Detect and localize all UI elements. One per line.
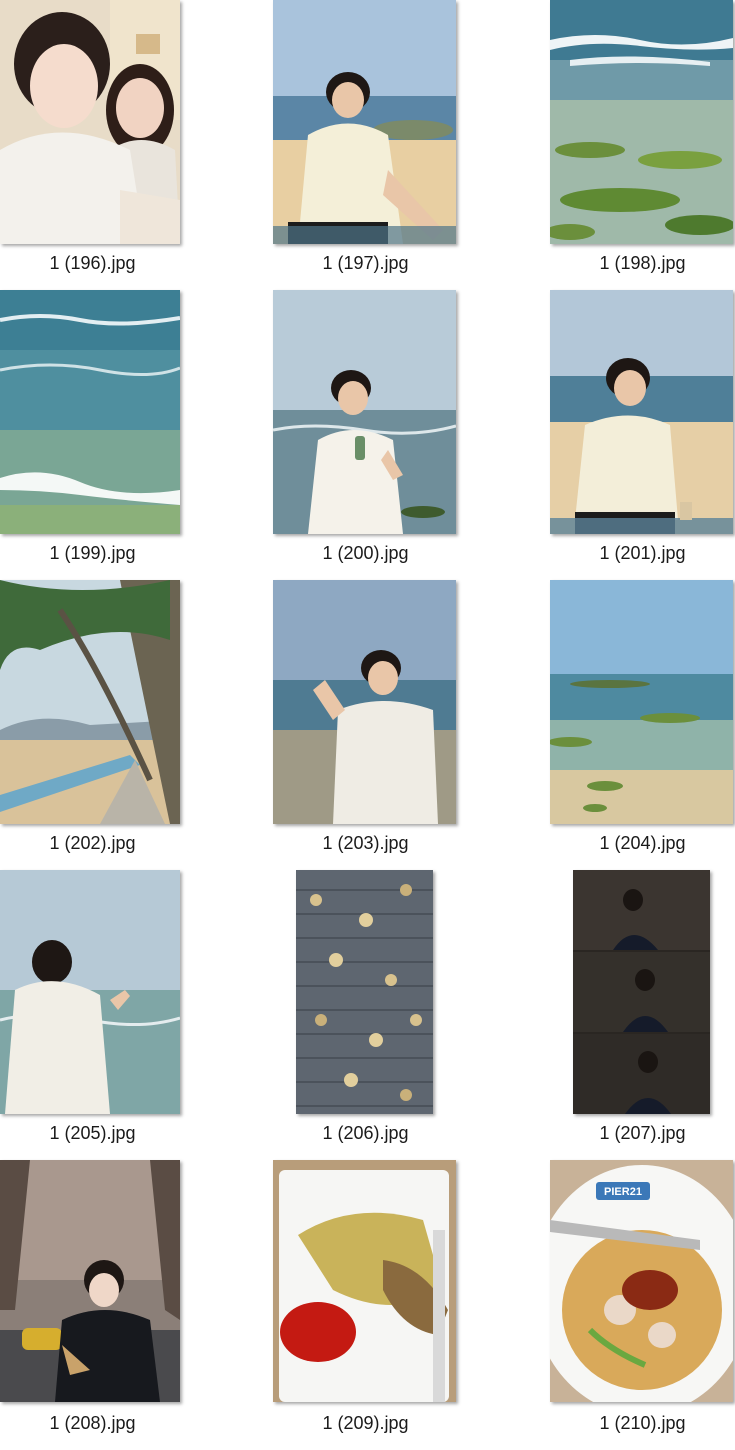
photo-sea-portrait-icon xyxy=(273,290,456,534)
photo-collage-portrait-icon xyxy=(573,870,710,1114)
file-item[interactable]: PIER21 1 (210).jpg xyxy=(550,1160,735,1450)
photo-sea-portrait-icon xyxy=(273,580,456,824)
file-name: 1 (198).jpg xyxy=(599,253,686,273)
file-item[interactable]: 1 (205).jpg xyxy=(0,870,185,1160)
photo-sea-rocks-icon xyxy=(550,580,733,824)
file-name: 1 (207).jpg xyxy=(599,1123,686,1143)
photo-selfie-couple-icon xyxy=(0,0,180,244)
file-item[interactable]: 1 (200).jpg xyxy=(273,290,458,580)
file-name: 1 (206).jpg xyxy=(322,1123,409,1143)
file-item[interactable]: 1 (208).jpg xyxy=(0,1160,185,1450)
file-item[interactable]: 1 (201).jpg xyxy=(550,290,735,580)
photo-palm-trees-icon xyxy=(0,580,180,824)
file-name: 1 (209).jpg xyxy=(322,1413,409,1433)
photo-beach-portrait-icon xyxy=(550,290,733,534)
file-item[interactable]: 1 (197).jpg xyxy=(273,0,458,290)
file-name: 1 (200).jpg xyxy=(322,543,409,563)
file-item[interactable]: 1 (207).jpg xyxy=(550,870,735,1160)
photo-beach-portrait-icon xyxy=(273,0,456,244)
file-name: 1 (203).jpg xyxy=(322,833,409,853)
file-item[interactable]: 1 (202).jpg xyxy=(0,580,185,870)
file-grid: 1 (196).jpg 1 (197).jpg 1 (198).jpg 1 (1… xyxy=(0,0,735,1433)
file-item[interactable]: 1 (203).jpg xyxy=(273,580,458,870)
file-name: 1 (210).jpg xyxy=(599,1413,686,1433)
file-item[interactable]: 1 (196).jpg xyxy=(0,0,185,290)
photo-sea-rocks-icon xyxy=(550,0,733,244)
file-name: 1 (208).jpg xyxy=(49,1413,136,1433)
photo-food-plate-icon xyxy=(273,1160,456,1402)
file-item[interactable]: 1 (199).jpg xyxy=(0,290,185,580)
file-item[interactable]: 1 (198).jpg xyxy=(550,0,735,290)
file-name: 1 (199).jpg xyxy=(49,543,136,563)
file-name: 1 (204).jpg xyxy=(599,833,686,853)
file-item[interactable]: 1 (204).jpg xyxy=(550,580,735,870)
file-name: 1 (202).jpg xyxy=(49,833,136,853)
file-item[interactable]: 1 (206).jpg xyxy=(273,870,458,1160)
bowl-logo-text: PIER21 xyxy=(604,1186,642,1198)
file-item[interactable]: 1 (209).jpg xyxy=(273,1160,458,1450)
photo-sea-waves-icon xyxy=(0,290,180,534)
file-name: 1 (201).jpg xyxy=(599,543,686,563)
photo-noodle-bowl-icon: PIER21 xyxy=(550,1160,733,1402)
file-name: 1 (197).jpg xyxy=(322,253,409,273)
photo-sea-back-portrait-icon xyxy=(0,870,180,1114)
file-name: 1 (205).jpg xyxy=(49,1123,136,1143)
photo-street-portrait-icon xyxy=(0,1160,180,1402)
photo-leaves-pavement-icon xyxy=(296,870,433,1114)
file-name: 1 (196).jpg xyxy=(49,253,136,273)
